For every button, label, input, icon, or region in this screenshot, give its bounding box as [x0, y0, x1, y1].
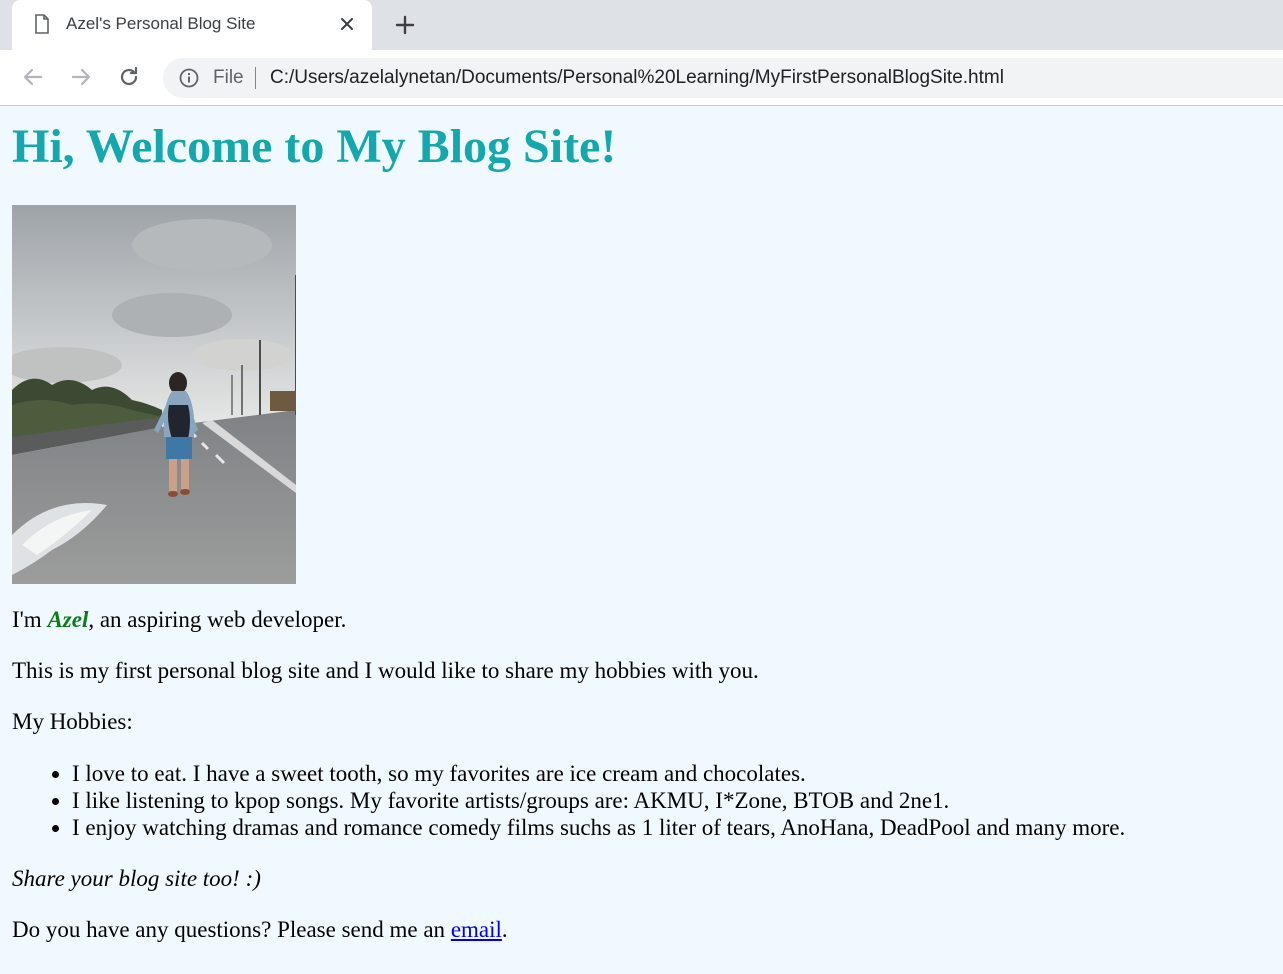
hobbies-list: I love to eat. I have a sweet tooth, so …: [12, 760, 1272, 841]
intro-text: I'm Azel, an aspiring web developer.: [12, 607, 1272, 633]
address-separator: [255, 67, 256, 89]
back-arrow-icon[interactable]: [20, 64, 46, 90]
browser-toolbar: File C:/Users/azelalynetan/Documents/Per…: [0, 50, 1283, 106]
intro-prefix: I'm: [12, 607, 48, 632]
url-text[interactable]: C:/Users/azelalynetan/Documents/Personal…: [270, 67, 1004, 89]
blog-description: This is my first personal blog site and …: [12, 658, 759, 683]
author-name: Azel: [47, 607, 89, 632]
profile-photo: [12, 205, 296, 584]
tab-strip: Azel's Personal Blog Site: [0, 0, 1283, 50]
reload-icon[interactable]: [116, 64, 142, 90]
list-item: I love to eat. I have a sweet tooth, so …: [72, 760, 1272, 787]
close-icon[interactable]: [338, 15, 356, 33]
page-heading: Hi, Welcome to My Blog Site!: [12, 120, 617, 173]
forward-arrow-icon[interactable]: [68, 64, 94, 90]
list-item: I like listening to kpop songs. My favor…: [72, 787, 1272, 814]
list-item: I enjoy watching dramas and romance come…: [72, 814, 1272, 841]
browser-tab[interactable]: Azel's Personal Blog Site: [12, 0, 372, 50]
contact-text: Do you have any questions? Please send m…: [12, 917, 1272, 943]
address-bar[interactable]: File C:/Users/azelalynetan/Documents/Per…: [163, 58, 1283, 98]
contact-prefix: Do you have any questions? Please send m…: [12, 917, 451, 942]
tab-title: Azel's Personal Blog Site: [66, 14, 256, 33]
info-icon[interactable]: [179, 68, 199, 88]
intro-suffix: , an aspiring web developer.: [88, 607, 347, 632]
email-link[interactable]: email: [451, 917, 502, 942]
page-content: Hi, Welcome to My Blog Site! I'm Azel, a…: [12, 106, 1272, 943]
hobbies-label: My Hobbies:: [12, 709, 133, 734]
page-viewport: Hi, Welcome to My Blog Site! I'm Azel, a…: [0, 106, 1283, 974]
document-icon: [35, 14, 49, 34]
site-info-label: File: [213, 67, 244, 88]
contact-suffix: .: [501, 917, 508, 942]
share-text: Share your blog site too! :): [12, 866, 261, 891]
plus-icon[interactable]: [393, 13, 417, 37]
